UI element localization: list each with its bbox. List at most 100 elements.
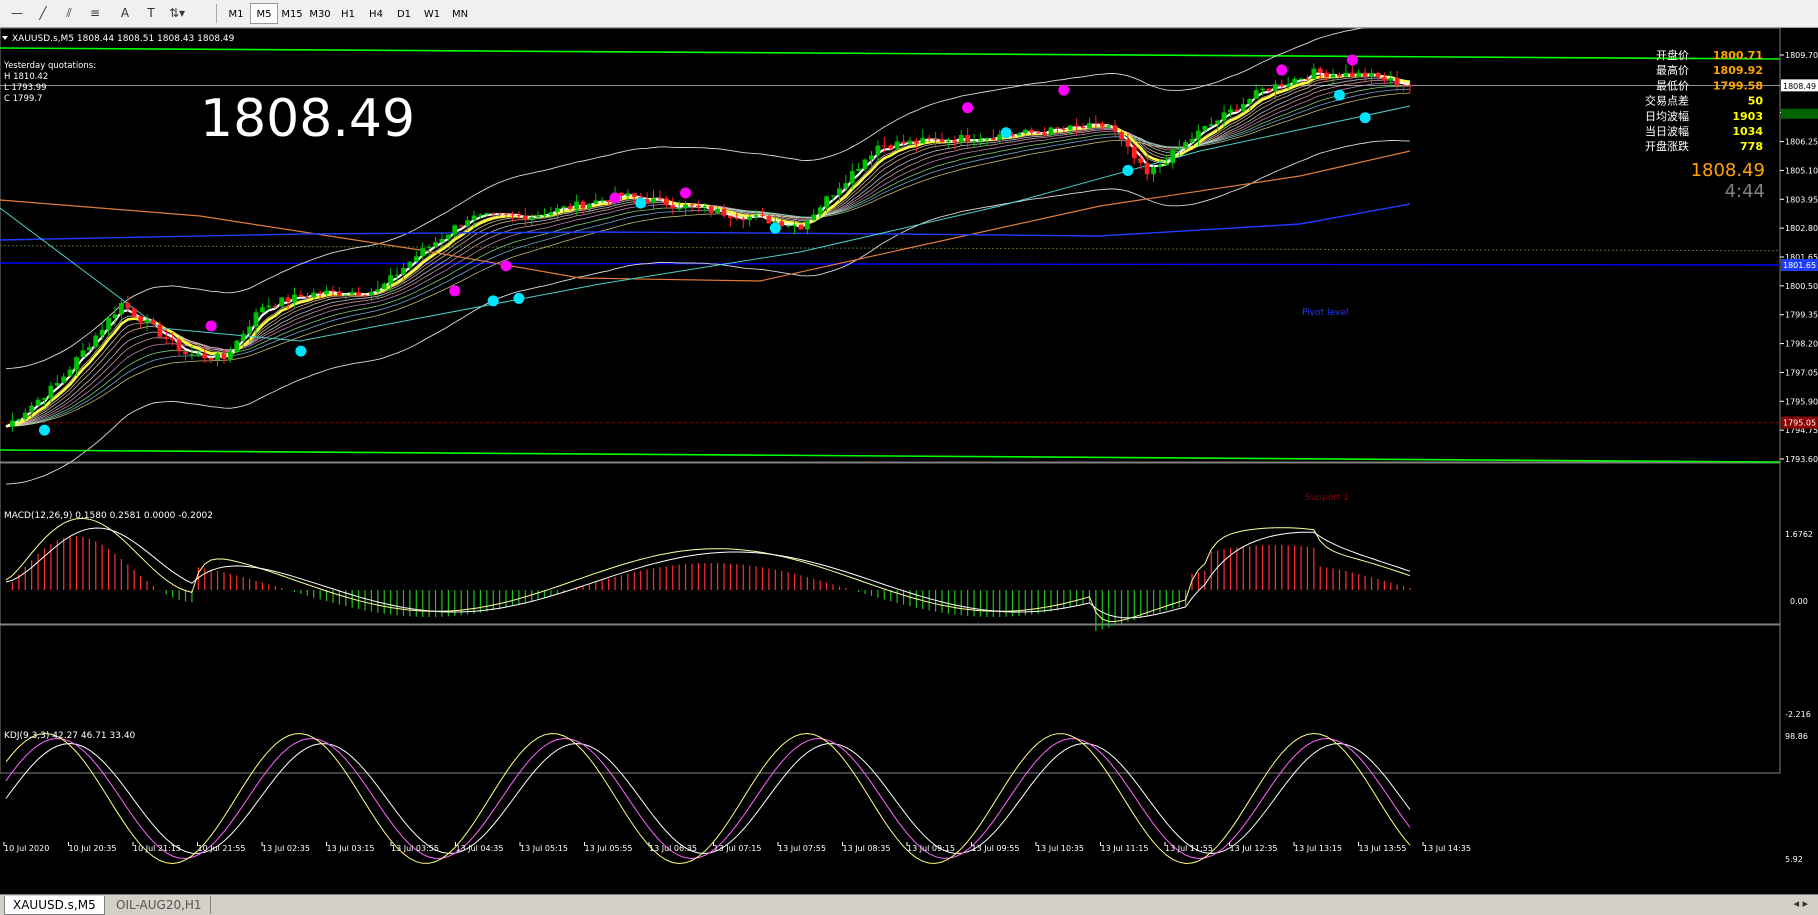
timeframe-d1-button[interactable]: D1	[390, 3, 418, 24]
candle-body	[202, 353, 208, 359]
timeframe-h1-button[interactable]: H1	[334, 3, 362, 24]
candle-body	[478, 214, 483, 216]
candle-body	[208, 358, 214, 360]
macd-axis-max: 1.6762	[1785, 530, 1813, 539]
scroll-arrows-icon[interactable]: ◂ ▸	[1793, 897, 1808, 910]
candle-body	[42, 398, 47, 400]
signal-dot	[205, 320, 217, 332]
candle-body	[279, 297, 285, 307]
candle-body	[484, 213, 490, 215]
candle-body	[695, 205, 701, 208]
candle-body	[1375, 72, 1381, 78]
candle-body	[490, 213, 496, 215]
candle-body	[1292, 78, 1298, 84]
tab-oil[interactable]: OIL-AUG20,H1	[108, 896, 211, 914]
candle-body	[849, 171, 855, 184]
timeframe-m5-button[interactable]: M5	[250, 3, 278, 24]
candle-body	[875, 145, 881, 156]
candle-body	[394, 274, 400, 276]
price-axis-tick: 1805.10	[1785, 166, 1818, 175]
candle-body	[388, 275, 394, 284]
timeframe-m1-button[interactable]: M1	[222, 3, 250, 24]
stat-value: 1800.71	[1713, 49, 1763, 62]
candle-body	[971, 141, 977, 143]
candle-body	[958, 134, 964, 143]
support-tag-text: 1795.05	[1783, 419, 1816, 428]
candle-body	[1125, 139, 1131, 147]
stat-value: 1809.92	[1713, 64, 1763, 77]
candle-body	[227, 352, 233, 360]
timeframe-m30-button[interactable]: M30	[306, 3, 334, 24]
candle-body	[830, 195, 836, 197]
timeframe-mn-button[interactable]: MN	[446, 3, 474, 24]
time-axis-tick: 13 Jul 03:55	[391, 844, 439, 853]
tab-xauusd[interactable]: XAUUSD.s,M5	[4, 896, 105, 915]
signal-dot	[513, 292, 525, 304]
candle-body	[29, 405, 35, 413]
candle-body	[324, 290, 329, 294]
price-axis-tick: 1800.50	[1785, 282, 1818, 291]
candle-body	[48, 385, 54, 399]
signal-dot	[1276, 64, 1288, 76]
candle-body	[74, 357, 79, 370]
candle-body	[657, 198, 663, 200]
price-axis-tick: 1809.70	[1785, 51, 1818, 60]
candle-body	[458, 225, 464, 227]
candle-body	[189, 354, 195, 356]
line-icon[interactable]: —	[6, 3, 28, 24]
candle-body	[266, 305, 272, 308]
candle-body	[542, 215, 547, 217]
candle-body	[356, 292, 362, 296]
candle-body	[734, 217, 740, 219]
signal-dot	[38, 424, 50, 436]
candle-body	[561, 206, 567, 209]
timeframe-w1-button[interactable]: W1	[418, 3, 446, 24]
candle-body	[984, 138, 990, 140]
candle-body	[1317, 68, 1323, 73]
time-axis-tick: 13 Jul 09:55	[972, 844, 1020, 853]
candle-body	[195, 353, 201, 355]
timeframe-m15-button[interactable]: M15	[278, 3, 306, 24]
macd-signal-line	[5, 527, 1411, 619]
time-axis-tick: 10 Jul 2020	[4, 844, 49, 853]
candle-body	[1196, 130, 1201, 140]
candle-body	[176, 339, 182, 352]
stat-value: 778	[1740, 140, 1763, 153]
candle-body	[471, 215, 477, 221]
candle-body	[792, 224, 797, 226]
price-axis-tick: 1797.05	[1785, 368, 1818, 377]
candle-body	[1054, 127, 1060, 129]
signal-dot	[680, 187, 692, 199]
candle-body	[522, 215, 528, 221]
signal-dot	[962, 102, 974, 114]
text-tool-button[interactable]: A	[114, 3, 136, 24]
candle-body	[260, 307, 265, 313]
label-tool-button[interactable]: T	[140, 3, 162, 24]
price-axis-tick: 1808.49	[1783, 82, 1816, 91]
signal-dot	[1000, 127, 1012, 139]
candle-body	[330, 290, 336, 292]
candle-body	[965, 134, 971, 142]
candle-body	[676, 208, 682, 210]
timeframe-h4-button[interactable]: H4	[362, 3, 390, 24]
candle-body	[824, 196, 830, 208]
candle-body	[990, 138, 996, 140]
time-axis-tick: 13 Jul 03:15	[327, 844, 375, 853]
big-price: 1808.49	[200, 89, 415, 149]
candle-body	[298, 294, 304, 297]
fibo-icon[interactable]: ≡	[84, 3, 106, 24]
signal-dot	[295, 345, 307, 357]
time-axis-tick: 13 Jul 07:55	[778, 844, 826, 853]
candle-body	[1170, 149, 1176, 164]
candle-body	[1131, 146, 1137, 159]
pivot-label: Pivot level	[1302, 308, 1348, 318]
candle-body	[1381, 77, 1387, 81]
time-axis-tick: 13 Jul 11:55	[1165, 844, 1213, 853]
trendline-icon[interactable]: ╱	[32, 3, 54, 24]
candle-body	[715, 208, 721, 213]
candle-body	[221, 353, 227, 360]
channel-icon[interactable]: ⫽	[58, 3, 80, 24]
arrows-icon[interactable]: ⇅▾	[166, 3, 188, 24]
candle-body	[369, 291, 374, 296]
chart-window[interactable]: 1809.701808.491807.401806.251805.101803.…	[0, 24, 1818, 894]
